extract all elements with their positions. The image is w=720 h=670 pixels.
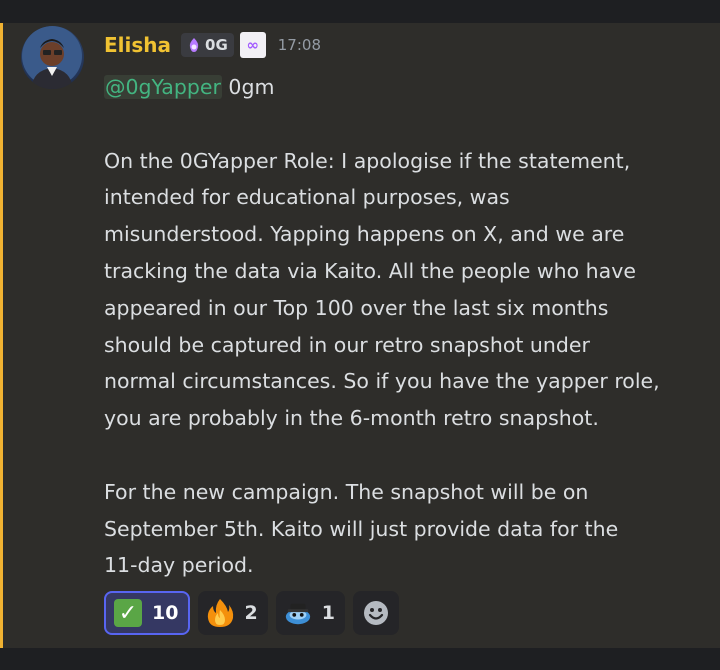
custom-blue-emoji-icon [284, 599, 312, 627]
reaction-count: 2 [244, 602, 258, 624]
text-line: On the 0GYapper Role: I apologise if the… [104, 148, 631, 173]
first-line: @0gYapper 0gm [104, 69, 704, 106]
avatar[interactable] [21, 26, 84, 89]
text-line: normal circumstances. So if you have the… [104, 369, 660, 394]
smiley-icon [363, 601, 388, 625]
chat-message[interactable]: Elisha 0G ∞ 17:08 @0gYapper 0gm On the 0… [0, 23, 720, 648]
text-line: misunderstood. Yapping happens on X, and… [104, 222, 625, 247]
text-line: you are probably in the 6-month retro sn… [104, 406, 599, 431]
timestamp[interactable]: 17:08 [278, 36, 321, 54]
text-line: For the new campaign. The snapshot will … [104, 479, 589, 504]
bottom-bar [0, 648, 720, 670]
purple-flame-icon [189, 38, 199, 52]
top-bar [0, 0, 720, 23]
message-content: @0gYapper 0gm On the 0GYapper Role: I ap… [104, 69, 704, 584]
reaction-fire[interactable]: 2 [198, 591, 268, 635]
user-mention[interactable]: @0gYapper [104, 75, 222, 99]
infinity-badge-icon[interactable]: ∞ [239, 32, 266, 58]
text-line: September 5th. Kaito will just provide d… [104, 516, 619, 541]
reaction-count: 10 [152, 602, 179, 624]
role-tag[interactable]: 0G [181, 33, 234, 57]
message-header: Elisha 0G ∞ 17:08 [104, 30, 321, 60]
first-line-text: 0gm [221, 75, 275, 99]
text-line: appeared in our Top 100 over the last si… [104, 295, 609, 320]
reaction-custom-emoji[interactable]: 1 [275, 591, 345, 635]
role-tag-label: 0G [205, 36, 228, 54]
text-line: tracking the data via Kaito. All the peo… [104, 258, 636, 283]
check-mark-icon: ✓ [114, 599, 142, 627]
author-name[interactable]: Elisha [104, 33, 171, 57]
text-line: should be captured in our retro snapshot… [104, 332, 590, 357]
mention-highlight-stripe [0, 23, 3, 648]
reaction-check-mark[interactable]: ✓ 10 [104, 591, 191, 635]
fire-icon [206, 599, 234, 627]
text-line: 11-day period. [104, 553, 254, 578]
reactions-bar: ✓ 10 2 1 [104, 591, 399, 635]
text-line: intended for educational purposes, was [104, 185, 510, 210]
add-reaction-button[interactable] [352, 591, 399, 635]
avatar-image-icon [22, 26, 82, 89]
reaction-count: 1 [321, 602, 335, 624]
